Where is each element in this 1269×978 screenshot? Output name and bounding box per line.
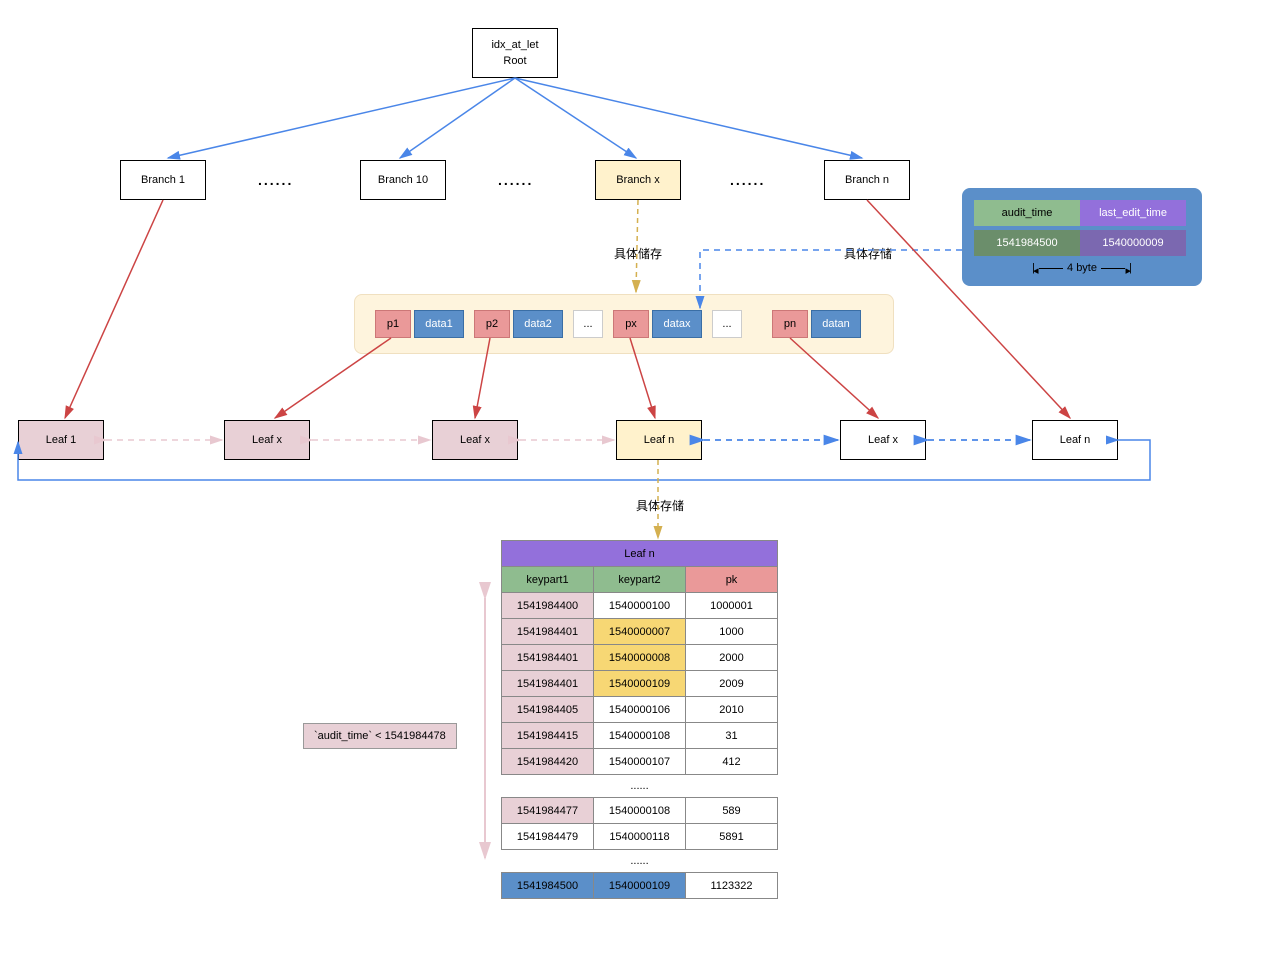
table-ellipsis-2: ...... — [502, 850, 778, 873]
branch-x: Branch x — [595, 160, 681, 200]
storage-label-1: 具体储存 — [614, 245, 662, 262]
leaf-n-a: Leaf n — [616, 420, 702, 460]
cell-px: px — [613, 310, 649, 338]
cell-dn: datan — [811, 310, 861, 338]
root-line1: idx_at_let — [491, 37, 538, 54]
leaf-x-c: Leaf x — [840, 420, 926, 460]
sp-audit-time: audit_time — [974, 200, 1080, 226]
leaf-x-a: Leaf x — [224, 420, 310, 460]
branch-n: Branch n — [824, 160, 910, 200]
cell-pn: pn — [772, 310, 808, 338]
sp-edit-val: 1540000009 — [1080, 230, 1186, 256]
storage-label-2: 具体存储 — [844, 245, 892, 262]
th-pk: pk — [686, 567, 778, 593]
sp-header-row: audit_time last_edit_time — [974, 200, 1190, 226]
root-node: idx_at_let Root — [472, 28, 558, 78]
sp-last-edit: last_edit_time — [1080, 200, 1186, 226]
cell-p2: p2 — [474, 310, 510, 338]
leaf-n-table: Leaf n keypart1 keypart2 pk 154198440015… — [501, 540, 778, 899]
leaf-1: Leaf 1 — [18, 420, 104, 460]
side-panel: audit_time last_edit_time 1541984500 154… — [962, 188, 1202, 286]
ellipsis-2: ...... — [498, 172, 533, 188]
th-keypart1: keypart1 — [502, 567, 594, 593]
root-line2: Root — [503, 53, 526, 70]
cell-d1: data1 — [414, 310, 464, 338]
cell-dots2: ... — [712, 310, 742, 338]
cell-d2: data2 — [513, 310, 563, 338]
table-ellipsis-1: ...... — [502, 775, 778, 798]
sp-value-row: 1541984500 1540000009 — [974, 230, 1190, 256]
cell-p1: p1 — [375, 310, 411, 338]
storage-label-3: 具体存储 — [636, 497, 684, 514]
ellipsis-1: ...... — [258, 172, 293, 188]
sp-audit-val: 1541984500 — [974, 230, 1080, 256]
cell-dots1: ... — [573, 310, 603, 338]
annotation-audit-time: `audit_time` < 1541984478 — [303, 723, 457, 749]
branch-10: Branch 10 — [360, 160, 446, 200]
leaf-x-b: Leaf x — [432, 420, 518, 460]
branch-1: Branch 1 — [120, 160, 206, 200]
byte-label: | ◂ 4 byte ▸ | — [974, 262, 1190, 274]
cell-dx: datax — [652, 310, 702, 338]
leaf-n-b: Leaf n — [1032, 420, 1118, 460]
table-title: Leaf n — [502, 541, 778, 567]
ellipsis-3: ...... — [730, 172, 765, 188]
th-keypart2: keypart2 — [594, 567, 686, 593]
